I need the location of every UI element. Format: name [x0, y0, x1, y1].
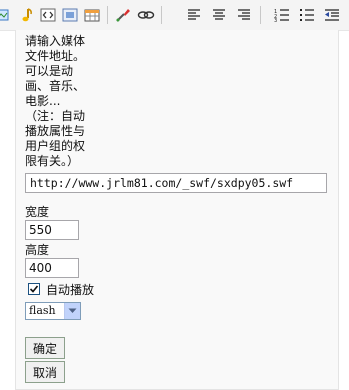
media-url-input[interactable]: http://www.jrlm81.com/_swf/sxdpy05.swf	[25, 173, 327, 193]
paint-icon[interactable]	[113, 5, 133, 25]
svg-text:3: 3	[274, 18, 277, 22]
instructions-text: 请输入媒体 文件地址。 可以是动 画、音乐、 电影... （注：自动 播放属性与…	[25, 34, 86, 168]
checkmark-icon	[29, 285, 39, 293]
format-select[interactable]: flash	[25, 302, 81, 320]
editor-toolbar: 123	[0, 0, 349, 31]
width-label: 宽度	[25, 205, 50, 219]
align-left-icon[interactable]	[184, 5, 204, 25]
chevron-down-icon[interactable]	[64, 303, 80, 319]
table-icon[interactable]	[82, 5, 102, 25]
unordered-list-icon[interactable]	[297, 5, 317, 25]
height-input[interactable]: 400	[25, 258, 79, 278]
cancel-button[interactable]: 取消	[25, 361, 65, 383]
align-right-icon[interactable]	[234, 5, 254, 25]
format-select-value: flash	[29, 304, 56, 317]
music-note-icon[interactable]	[16, 5, 36, 25]
width-input[interactable]: 550	[25, 220, 79, 240]
image-icon[interactable]	[0, 5, 12, 25]
height-label: 高度	[25, 243, 50, 257]
html-source-icon[interactable]	[38, 5, 58, 25]
align-center-icon[interactable]	[209, 5, 229, 25]
autoplay-checkbox[interactable]	[28, 283, 40, 295]
ordered-list-icon[interactable]: 123	[272, 5, 292, 25]
media-icon[interactable]	[60, 5, 80, 25]
autoplay-label: 自动播放	[46, 283, 95, 297]
confirm-button[interactable]: 确定	[25, 337, 65, 359]
outdent-icon[interactable]	[322, 5, 342, 25]
link-icon[interactable]	[136, 5, 156, 25]
